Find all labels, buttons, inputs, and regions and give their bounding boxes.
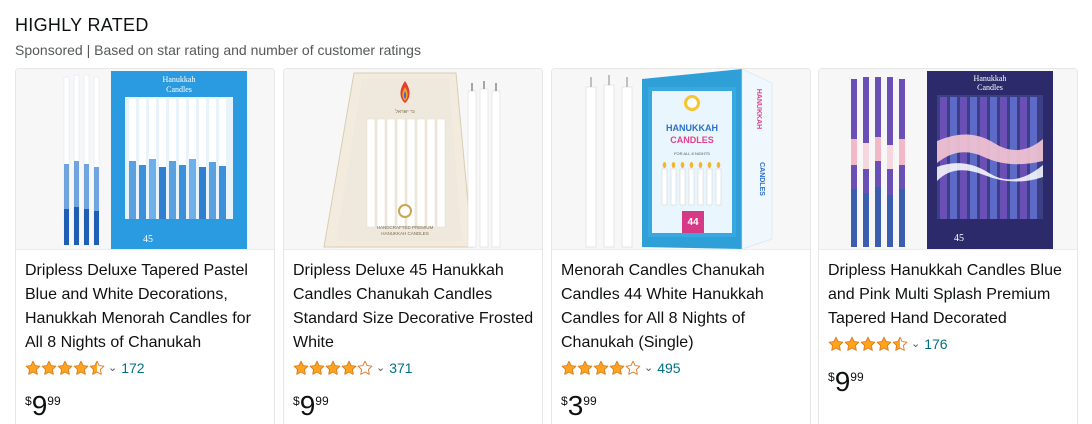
- price-fraction: 99: [583, 394, 597, 408]
- svg-text:FOR ALL 8 NIGHTS: FOR ALL 8 NIGHTS: [674, 151, 710, 156]
- svg-text:HANUKKAH: HANUKKAH: [755, 89, 762, 129]
- price-fraction: 99: [47, 394, 61, 408]
- price: $ 9 99: [25, 391, 61, 421]
- svg-text:44: 44: [687, 217, 699, 228]
- svg-text:45: 45: [954, 233, 964, 244]
- product-title[interactable]: Dripless Deluxe Tapered Pastel Blue and …: [25, 259, 267, 355]
- price-symbol: $: [561, 394, 568, 408]
- star-full-icon: [828, 336, 844, 351]
- rating-row[interactable]: ⌄ 172: [25, 358, 145, 378]
- star-rating[interactable]: [561, 360, 641, 376]
- star-full-icon: [593, 360, 609, 375]
- product-image[interactable]: נר ישראל HANDCRAFTED PREMIUM HANUKKAH CA…: [284, 69, 542, 250]
- svg-text:Hanukkah: Hanukkah: [163, 75, 196, 84]
- star-rating[interactable]: [25, 360, 105, 376]
- product-image[interactable]: Hanukkah Candles 45: [16, 69, 274, 250]
- rating-row[interactable]: ⌄ 371: [293, 358, 413, 378]
- rating-row[interactable]: ⌄ 495: [561, 358, 681, 378]
- price-symbol: $: [293, 394, 300, 408]
- price-fraction: 99: [850, 370, 864, 384]
- product-title[interactable]: Dripless Deluxe 45 Hanukkah Candles Chan…: [293, 259, 535, 355]
- price-whole: 9: [834, 366, 851, 397]
- price-whole: 9: [299, 390, 316, 421]
- price-symbol: $: [25, 394, 32, 408]
- star-full-icon: [41, 360, 57, 375]
- product-card[interactable]: נר ישראל HANDCRAFTED PREMIUM HANUKKAH CA…: [283, 68, 543, 424]
- chevron-down-icon[interactable]: ⌄: [108, 361, 117, 375]
- rating-count[interactable]: 176: [924, 336, 947, 352]
- product-card[interactable]: Hanukkah Candles 45 Dripless Hanukkah Ca…: [818, 68, 1078, 424]
- product-card[interactable]: Hanukkah Candles 45 Dripless Deluxe Tape…: [15, 68, 275, 424]
- svg-text:HANDCRAFTED PREMIUM: HANDCRAFTED PREMIUM: [377, 225, 434, 230]
- star-full-icon: [561, 360, 577, 375]
- star-full-icon: [876, 336, 892, 351]
- star-half-icon: [89, 360, 105, 375]
- rating-count[interactable]: 371: [389, 360, 412, 376]
- rating-count[interactable]: 495: [657, 360, 680, 376]
- product-title[interactable]: Menorah Candles Chanukah Candles 44 Whit…: [561, 259, 803, 355]
- star-full-icon: [577, 360, 593, 375]
- section-header: HIGHLY RATED: [15, 13, 149, 37]
- svg-text:HANUKKAH CANDLES: HANUKKAH CANDLES: [381, 231, 429, 236]
- svg-text:Candles: Candles: [977, 83, 1003, 92]
- star-rating[interactable]: [828, 336, 908, 352]
- svg-text:CANDLES: CANDLES: [758, 162, 765, 196]
- star-full-icon: [25, 360, 41, 375]
- star-full-icon: [57, 360, 73, 375]
- svg-text:נר ישראל: נר ישראל: [395, 108, 414, 115]
- chevron-down-icon[interactable]: ⌄: [911, 337, 920, 351]
- rating-row[interactable]: ⌄ 176: [828, 334, 948, 354]
- star-full-icon: [844, 336, 860, 351]
- star-full-icon: [293, 360, 309, 375]
- star-full-icon: [73, 360, 89, 375]
- star-full-icon: [325, 360, 341, 375]
- svg-text:Candles: Candles: [166, 85, 192, 94]
- product-image[interactable]: Hanukkah Candles 45: [819, 69, 1077, 250]
- rating-count[interactable]: 172: [121, 360, 144, 376]
- star-full-icon: [860, 336, 876, 351]
- svg-text:Hanukkah: Hanukkah: [974, 74, 1007, 83]
- svg-text:45: 45: [143, 234, 153, 245]
- product-image[interactable]: HANUKKAH CANDLES FOR ALL 8 NIGHTS 44 HAN…: [552, 69, 810, 250]
- star-empty-icon: [357, 360, 373, 375]
- price-fraction: 99: [315, 394, 329, 408]
- chevron-down-icon[interactable]: ⌄: [644, 361, 653, 375]
- product-card[interactable]: HANUKKAH CANDLES FOR ALL 8 NIGHTS 44 HAN…: [551, 68, 811, 424]
- svg-text:HANUKKAH: HANUKKAH: [666, 123, 718, 133]
- product-title[interactable]: Dripless Hanukkah Candles Blue and Pink …: [828, 259, 1070, 331]
- section-subtitle: Sponsored | Based on star rating and num…: [15, 42, 421, 58]
- price: $ 9 99: [293, 391, 329, 421]
- star-full-icon: [309, 360, 325, 375]
- price-whole: 3: [567, 390, 584, 421]
- star-full-icon: [341, 360, 357, 375]
- chevron-down-icon[interactable]: ⌄: [376, 361, 385, 375]
- star-empty-icon: [625, 360, 641, 375]
- star-full-icon: [609, 360, 625, 375]
- price: $ 3 99: [561, 391, 597, 421]
- star-rating[interactable]: [293, 360, 373, 376]
- star-half-icon: [892, 336, 908, 351]
- price: $ 9 99: [828, 367, 864, 397]
- price-symbol: $: [828, 370, 835, 384]
- svg-text:CANDLES: CANDLES: [670, 135, 714, 145]
- price-whole: 9: [31, 390, 48, 421]
- section-title: HIGHLY RATED: [15, 15, 149, 35]
